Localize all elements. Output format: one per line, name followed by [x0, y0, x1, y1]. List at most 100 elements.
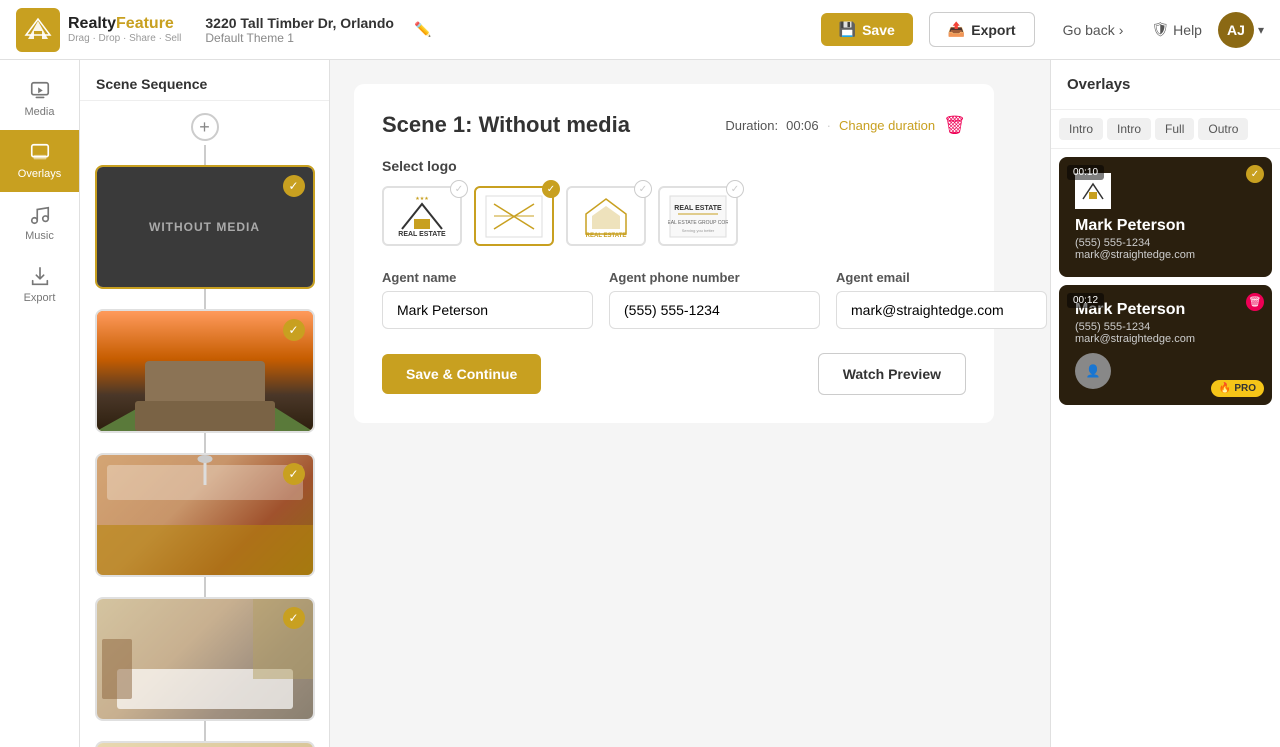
svg-text:Serving you better: Serving you better [682, 228, 715, 233]
logo: RealtyFeature Drag · Drop · Share · Sell [16, 8, 181, 52]
scene-thumb-4[interactable]: ✓ [95, 597, 315, 721]
agent-phone-label: Agent phone number [609, 270, 820, 285]
overlay-check-1: ✓ [1246, 165, 1264, 183]
export-button[interactable]: 📤 Export [929, 12, 1035, 47]
save-icon: 💾 [839, 21, 856, 38]
logo-check-outline-4: ✓ [726, 180, 744, 198]
main-content: Scene 1: Without media Duration: 00:06 ·… [330, 60, 1050, 747]
help-button[interactable]: 🛡 Help [1151, 21, 1202, 38]
sidebar-item-media[interactable]: Media [0, 68, 79, 130]
logo-check-2: ✓ [542, 180, 560, 198]
scene-panel: Scene Sequence + WITHOUT MEDIA ✓ ✓ [80, 60, 330, 747]
logo-option-2[interactable]: ✓ [474, 186, 554, 246]
logo-tagline: Drag · Drop · Share · Sell [68, 33, 181, 44]
save-continue-button[interactable]: Save & Continue [382, 354, 541, 394]
overlay-card-inner-1: 00:10 ✓ Mark Peterson (555) 555-1234 mar… [1059, 157, 1272, 277]
logo-feature: Feature [116, 15, 174, 32]
watch-preview-button[interactable]: Watch Preview [818, 353, 966, 395]
logo-img-3: REAL ESTATE [571, 191, 641, 241]
overlays-panel: Overlays Intro Intro Full Outro 00:10 ✓ … [1050, 60, 1280, 747]
scene-title: Scene 1: Without media [382, 112, 630, 138]
agent-name-input[interactable] [382, 291, 593, 329]
edit-icon[interactable]: ✏️ [414, 21, 431, 38]
logo-img-1: REAL ESTATE ★★★ [387, 191, 457, 241]
overlay-card-1[interactable]: 00:10 ✓ Mark Peterson (555) 555-1234 mar… [1059, 157, 1272, 277]
add-scene-top-button[interactable]: + [191, 113, 219, 141]
overlay-email-1: mark@straightedge.com [1075, 249, 1256, 261]
overlay-avatar-2: 👤 [1075, 353, 1111, 389]
scene-check-1: ✓ [283, 175, 305, 197]
logo-option-3[interactable]: ✓ REAL ESTATE [566, 186, 646, 246]
connector [204, 721, 206, 741]
duration-value: 00:06 [786, 118, 819, 133]
export-icon: 📤 [948, 21, 965, 38]
logo-options: ✓ REAL ESTATE ★★★ ✓ [382, 186, 966, 246]
svg-text:★★★: ★★★ [415, 196, 429, 202]
main-layout: Media Overlays Music Export Scene Sequen… [0, 60, 1280, 747]
overlay-time-1: 00:10 [1067, 165, 1104, 180]
avatar-button[interactable]: AJ ▾ [1218, 12, 1264, 48]
address-line2: Default Theme 1 [205, 31, 394, 45]
scene-form: Scene 1: Without media Duration: 00:06 ·… [354, 84, 994, 423]
scene-check-2: ✓ [283, 319, 305, 341]
sidebar-nav: Media Overlays Music Export [0, 60, 80, 747]
overlay-tab-intro2[interactable]: Intro [1107, 118, 1151, 140]
overlay-tabs: Intro Intro Full Outro [1051, 110, 1280, 149]
logo-img-4: REAL ESTATE REAL ESTATE GROUP CORP Servi… [663, 191, 733, 241]
scene-panel-header: Scene Sequence [80, 60, 329, 101]
chevron-down-icon: ▾ [1258, 23, 1264, 37]
agent-email-label: Agent email [836, 270, 1047, 285]
header: RealtyFeature Drag · Drop · Share · Sell… [0, 0, 1280, 60]
scene-thumb-1[interactable]: WITHOUT MEDIA ✓ [95, 165, 315, 289]
overlay-delete-2[interactable]: 🗑 [1246, 293, 1264, 311]
agent-email-input[interactable] [836, 291, 1047, 329]
duration-row: Duration: 00:06 · Change duration 🗑 [725, 115, 966, 136]
sidebar-item-overlays[interactable]: Overlays [0, 130, 79, 192]
overlay-tab-outro[interactable]: Outro [1198, 118, 1248, 140]
form-actions: Save & Continue Watch Preview [382, 353, 966, 395]
logo-check-outline-3: ✓ [634, 180, 652, 198]
agent-name-group: Agent name [382, 270, 593, 329]
logo-img-2 [479, 191, 549, 241]
overlay-tab-intro1[interactable]: Intro [1059, 118, 1103, 140]
pro-badge-2: 🔥 PRO [1211, 380, 1264, 397]
logo-option-4[interactable]: ✓ REAL ESTATE REAL ESTATE GROUP CORP Ser… [658, 186, 738, 246]
overlay-card-2[interactable]: 00:12 🗑 Mark Peterson (555) 555-1234 mar… [1059, 285, 1272, 405]
scene-check-4: ✓ [283, 607, 305, 629]
go-back-button[interactable]: Go back › [1051, 14, 1136, 46]
overlay-card-inner-2: 00:12 🗑 Mark Peterson (555) 555-1234 mar… [1059, 285, 1272, 405]
svg-text:REAL ESTATE: REAL ESTATE [586, 233, 627, 239]
avatar: AJ [1218, 12, 1254, 48]
overlays-panel-header: Overlays [1051, 60, 1280, 110]
select-logo-label: Select logo [382, 158, 966, 174]
svg-text:REAL ESTATE GROUP CORP: REAL ESTATE GROUP CORP [668, 220, 728, 226]
svg-text:REAL ESTATE: REAL ESTATE [398, 231, 446, 238]
scene-thumb-2[interactable]: ✓ [95, 309, 315, 433]
scene-title-row: Scene 1: Without media Duration: 00:06 ·… [382, 112, 966, 138]
address-line1: 3220 Tall Timber Dr, Orlando [205, 15, 394, 31]
scene-thumb-inner-1: WITHOUT MEDIA [97, 167, 313, 287]
agent-phone-input[interactable] [609, 291, 820, 329]
overlay-name-1: Mark Peterson [1075, 217, 1256, 235]
logo-option-1[interactable]: ✓ REAL ESTATE ★★★ [382, 186, 462, 246]
agent-name-label: Agent name [382, 270, 593, 285]
overlay-tab-full[interactable]: Full [1155, 118, 1194, 140]
sidebar-item-export[interactable]: Export [0, 254, 79, 316]
agent-phone-group: Agent phone number [609, 270, 820, 329]
shield-icon: 🛡 [1151, 21, 1169, 38]
scene-thumb-3[interactable]: ✓ [95, 453, 315, 577]
change-duration-link[interactable]: Change duration [839, 118, 935, 133]
header-address: 3220 Tall Timber Dr, Orlando Default The… [205, 15, 394, 45]
scene-thumb-5[interactable]: ✓ [95, 741, 315, 747]
logo-text: RealtyFeature Drag · Drop · Share · Sell [68, 15, 181, 44]
overlay-time-2: 00:12 [1067, 293, 1104, 308]
connector [204, 577, 206, 597]
logo-check-outline-1: ✓ [450, 180, 468, 198]
save-button[interactable]: 💾 Save [821, 13, 913, 46]
delete-scene-button[interactable]: 🗑 [943, 115, 966, 136]
scene-check-3: ✓ [283, 463, 305, 485]
svg-text:REAL ESTATE: REAL ESTATE [674, 205, 722, 212]
sidebar-item-music[interactable]: Music [0, 192, 79, 254]
agent-email-group: Agent email [836, 270, 1047, 329]
agent-fields-row: Agent name Agent phone number Agent emai… [382, 270, 966, 329]
